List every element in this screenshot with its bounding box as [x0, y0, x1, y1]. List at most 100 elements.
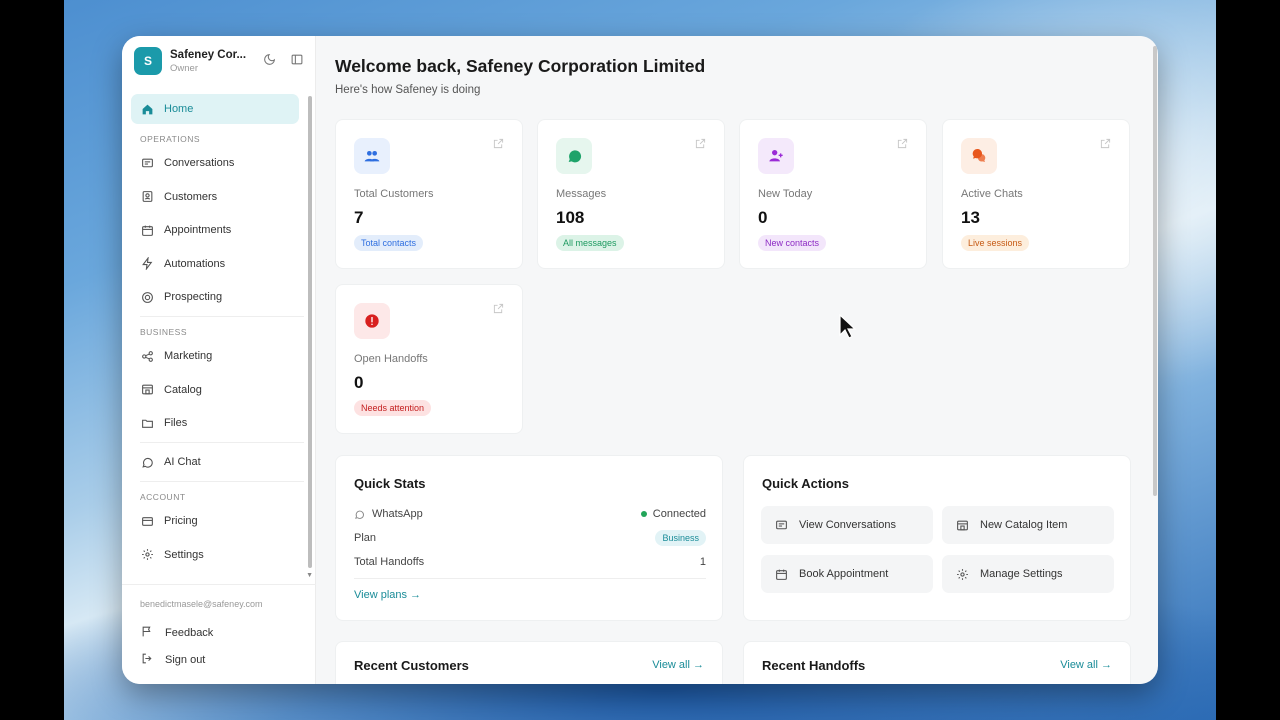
folder-icon	[140, 416, 154, 430]
sidebar-item-files[interactable]: Files	[131, 408, 299, 438]
manage-settings-button[interactable]: Manage Settings	[942, 555, 1114, 593]
external-link-icon[interactable]	[1100, 138, 1111, 152]
recent-handoffs-title: Recent Handoffs	[762, 658, 866, 673]
store-icon	[140, 383, 154, 397]
sidebar-item-label: Home	[164, 103, 194, 115]
sidebar-scrollbar[interactable]	[308, 96, 312, 568]
sign-out-link[interactable]: Sign out	[141, 646, 316, 673]
external-link-icon[interactable]	[493, 303, 504, 317]
stat-label: Messages	[556, 188, 607, 200]
user-email: benedictmasele@safeney.com	[140, 599, 263, 609]
stat-card-active-chats[interactable]: Active Chats 13 Live sessions	[942, 119, 1130, 269]
external-link-icon[interactable]	[493, 138, 504, 152]
app-window: S Safeney Cor... Owner Home OPERATIONS C…	[122, 36, 1158, 684]
stat-badge: New contacts	[758, 235, 827, 251]
recent-customers-panel: Recent Customers View all →	[335, 641, 723, 684]
sidebar-item-marketing[interactable]: Marketing	[131, 341, 299, 371]
main-scrollbar[interactable]	[1153, 46, 1157, 496]
book-appointment-button[interactable]: Book Appointment	[761, 555, 933, 593]
sidebar-item-label: Prospecting	[164, 291, 223, 303]
message-icon	[556, 138, 592, 174]
workspace-name: Safeney Cor...	[170, 48, 247, 61]
section-heading-operations: OPERATIONS	[140, 134, 201, 144]
stat-label: Total Customers	[354, 188, 434, 200]
gear-icon	[140, 548, 154, 562]
external-link-icon[interactable]	[897, 138, 908, 152]
sidebar-item-label: Customers	[164, 190, 218, 203]
divider	[140, 442, 304, 443]
alert-icon	[354, 303, 390, 339]
sidebar-item-prospecting[interactable]: Prospecting	[131, 282, 299, 312]
sidebar-item-appointments[interactable]: Appointments	[131, 215, 299, 245]
logout-icon	[141, 652, 155, 668]
sidebar-item-label: Pricing	[164, 515, 198, 527]
sidebar-item-customers[interactable]: Customers	[131, 182, 299, 212]
sidebar-item-label: Catalog	[164, 383, 202, 396]
button-label: New Catalog Item	[980, 519, 1068, 531]
workspace-avatar: S	[134, 47, 162, 75]
sidebar-item-label: AI Chat	[164, 456, 201, 468]
stat-card-open-handoffs[interactable]: Open Handoffs 0 Needs attention	[335, 284, 523, 434]
stat-value: 108	[556, 208, 585, 227]
stat-label: Active Chats	[961, 188, 1023, 200]
whatsapp-label: WhatsApp	[372, 508, 423, 520]
sidebar-item-home[interactable]: Home	[131, 94, 299, 124]
status-dot	[640, 511, 647, 517]
stat-card-total-customers[interactable]: Total Customers 7 Total contacts	[335, 119, 523, 269]
view-conversations-button[interactable]: View Conversations	[761, 506, 933, 544]
stat-badge: All messages	[556, 235, 624, 251]
store-icon	[956, 519, 970, 532]
chats-icon	[961, 138, 997, 174]
page-title: Welcome back, Safeney Corporation Limite…	[335, 56, 706, 76]
workspace-switcher[interactable]: S Safeney Cor... Owner	[134, 46, 304, 76]
sidebar-item-ai-chat[interactable]: AI Chat	[131, 447, 299, 477]
quick-stats-title: Quick Stats	[354, 476, 426, 491]
plan-row: Plan Business	[354, 529, 706, 547]
sidebar-item-automations[interactable]: Automations	[131, 249, 299, 279]
divider	[354, 578, 706, 579]
stat-card-messages[interactable]: Messages 108 All messages	[537, 119, 725, 269]
target-icon	[140, 290, 154, 304]
workspace-role: Owner	[170, 62, 198, 74]
calendar-icon	[140, 223, 154, 237]
section-heading-account: ACCOUNT	[140, 492, 186, 502]
quick-actions-panel: Quick Actions View Conversations New Cat…	[743, 455, 1131, 621]
stat-label: Open Handoffs	[354, 353, 428, 365]
page-subtitle: Here's how Safeney is doing	[335, 84, 481, 96]
moon-icon[interactable]	[263, 53, 276, 69]
sidebar-toggle-icon[interactable]	[290, 53, 304, 69]
view-plans-link[interactable]: View plans →	[354, 589, 421, 601]
sidebar-item-conversations[interactable]: Conversations	[131, 148, 299, 178]
whatsapp-status: Connected	[640, 508, 706, 520]
handoffs-value: 1	[699, 556, 706, 568]
flag-icon	[141, 625, 155, 641]
section-heading-business: BUSINESS	[140, 327, 187, 337]
sidebar-item-catalog[interactable]: Catalog	[131, 375, 299, 405]
recent-handoffs-view-all-link[interactable]: View all →	[1060, 659, 1112, 671]
feedback-link[interactable]: Feedback	[141, 619, 316, 646]
stat-card-new-today[interactable]: New Today 0 New contacts	[739, 119, 927, 269]
scroll-down-icon[interactable]: ▼	[306, 572, 313, 579]
stat-value: 13	[961, 208, 980, 227]
stat-label: New Today	[758, 188, 813, 200]
calendar-icon	[775, 568, 789, 581]
sidebar-item-label: Automations	[164, 257, 226, 270]
sidebar-item-label: Marketing	[164, 350, 213, 362]
chat-bubble-icon	[140, 455, 154, 469]
whatsapp-icon	[354, 509, 365, 520]
plan-label: Plan	[354, 532, 377, 544]
new-catalog-item-button[interactable]: New Catalog Item	[942, 506, 1114, 544]
external-link-icon[interactable]	[695, 138, 706, 152]
recent-handoffs-panel: Recent Handoffs View all →	[743, 641, 1131, 684]
status-text: Connected	[652, 508, 706, 520]
sign-out-label: Sign out	[165, 653, 206, 666]
stat-value: 7	[354, 208, 364, 227]
recent-customers-view-all-link[interactable]: View all →	[652, 659, 704, 671]
sidebar-footer: benedictmasele@safeney.com Feedback Sign…	[122, 584, 316, 673]
sidebar-item-pricing[interactable]: Pricing	[131, 506, 299, 536]
message-square-icon	[140, 156, 154, 170]
handoffs-row: Total Handoffs 1	[354, 553, 706, 571]
gear-icon	[956, 568, 970, 581]
recent-customers-title: Recent Customers	[354, 658, 469, 673]
sidebar-item-settings[interactable]: Settings	[131, 540, 299, 570]
